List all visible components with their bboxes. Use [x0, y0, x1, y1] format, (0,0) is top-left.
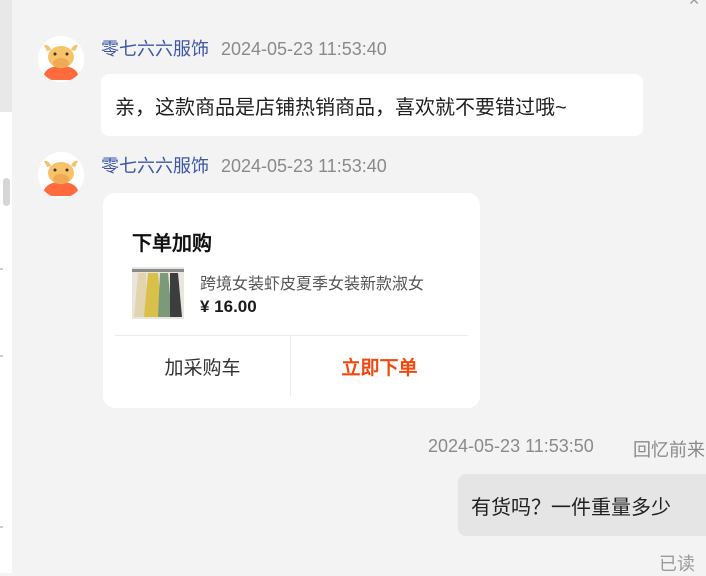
outgoing-message-bubble: 有货吗？一件重量多少	[458, 474, 706, 536]
left-panel-selected-block	[0, 0, 12, 112]
sender-name[interactable]: 零七六六服饰	[101, 35, 209, 61]
order-now-button[interactable]: 立即下单	[291, 336, 468, 396]
card-title: 下单加购	[132, 233, 212, 255]
message-header: 零七六六服饰 2024-05-23 11:53:40	[101, 35, 387, 61]
message-time: 2024-05-23 11:53:50	[428, 436, 594, 456]
scrollbar-thumb[interactable]	[3, 178, 10, 206]
divider	[0, 526, 3, 528]
read-status: 已读	[659, 554, 695, 574]
message-header: 零七六六服饰 2024-05-23 11:53:40	[101, 152, 387, 178]
product-image[interactable]	[132, 267, 184, 319]
add-to-cart-button[interactable]: 加采购车	[115, 336, 290, 396]
left-panel-edge	[0, 0, 12, 573]
message-time: 2024-05-23 11:53:40	[221, 156, 387, 176]
avatar-cow-icon[interactable]	[38, 36, 84, 82]
product-name[interactable]: 跨境女装虾皮夏季女装新款淑女	[200, 270, 424, 294]
message-time: 2024-05-23 11:53:40	[221, 39, 387, 59]
divider	[0, 268, 3, 270]
message-bubble: 亲，这款商品是店铺热销商品，喜欢就不要错过哦~	[101, 74, 643, 136]
avatar-cow-icon[interactable]	[38, 152, 84, 198]
product-price: ¥ 16.00	[200, 297, 257, 316]
divider	[0, 355, 3, 357]
sender-name[interactable]: 零七六六服饰	[101, 152, 209, 178]
order-card: 下单加购 跨境女装虾皮夏季女装新款淑女 ¥ 16.00 加采购车 立即下单	[103, 193, 480, 408]
close-icon[interactable]: ✕	[688, 0, 700, 9]
recall-link[interactable]: 回忆前来	[633, 436, 705, 462]
